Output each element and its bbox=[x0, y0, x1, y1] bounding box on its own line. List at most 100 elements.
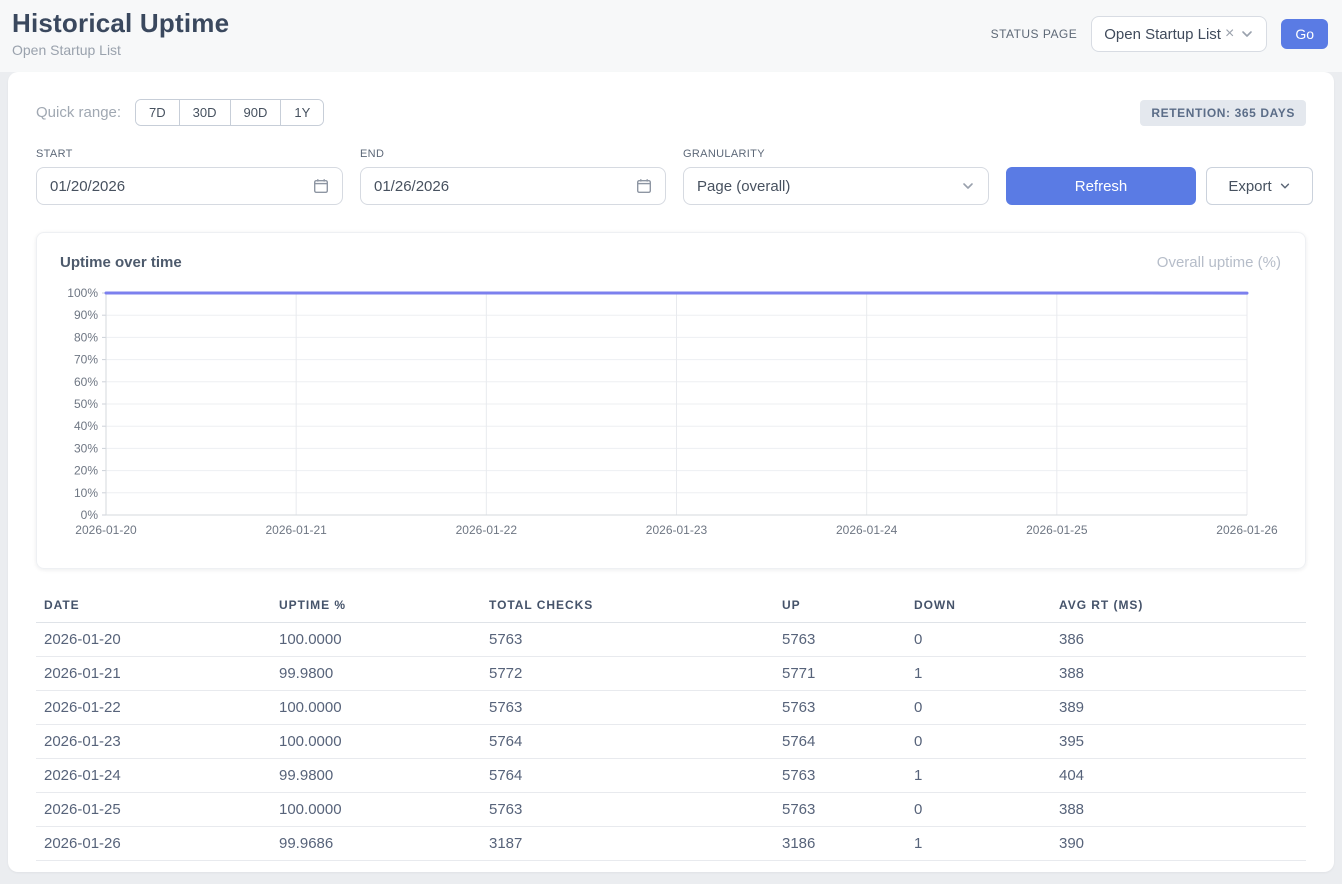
svg-text:0%: 0% bbox=[81, 508, 99, 522]
quick-range-label: Quick range: bbox=[36, 104, 121, 121]
calendar-icon bbox=[636, 178, 652, 194]
table-cell: 5763 bbox=[782, 691, 914, 725]
table-cell: 3187 bbox=[489, 827, 782, 861]
table-cell: 5763 bbox=[489, 793, 782, 827]
svg-text:20%: 20% bbox=[74, 464, 98, 478]
granularity-label: GRANULARITY bbox=[683, 148, 989, 160]
table-cell: 5764 bbox=[489, 759, 782, 793]
granularity-select[interactable]: Page (overall) bbox=[683, 167, 989, 205]
status-page-select[interactable]: Open Startup List × bbox=[1091, 16, 1267, 52]
quick-range-group: 7D 30D 90D 1Y bbox=[135, 99, 324, 126]
table-cell: 5763 bbox=[782, 793, 914, 827]
calendar-icon bbox=[313, 178, 329, 194]
table-cell: 388 bbox=[1059, 793, 1306, 827]
col-up: UP bbox=[782, 592, 914, 623]
table-cell: 0 bbox=[914, 725, 1059, 759]
refresh-button[interactable]: Refresh bbox=[1006, 167, 1196, 205]
table-cell: 2026-01-22 bbox=[36, 691, 279, 725]
svg-text:70%: 70% bbox=[74, 353, 98, 367]
table-row: 2026-01-22100.0000576357630389 bbox=[36, 691, 1306, 725]
clear-icon[interactable]: × bbox=[1225, 26, 1234, 42]
table-cell: 3186 bbox=[782, 827, 914, 861]
table-cell: 388 bbox=[1059, 657, 1306, 691]
export-button[interactable]: Export bbox=[1206, 167, 1313, 205]
table-cell: 5763 bbox=[782, 759, 914, 793]
svg-text:100%: 100% bbox=[67, 286, 98, 300]
table-cell: 5771 bbox=[782, 657, 914, 691]
quick-range-90d[interactable]: 90D bbox=[230, 100, 281, 125]
table-cell: 1 bbox=[914, 759, 1059, 793]
col-uptime: UPTIME % bbox=[279, 592, 489, 623]
status-page-label: STATUS PAGE bbox=[991, 27, 1078, 41]
table-row: 2026-01-20100.0000576357630386 bbox=[36, 623, 1306, 657]
svg-text:2026-01-23: 2026-01-23 bbox=[646, 523, 708, 537]
quick-range-1y[interactable]: 1Y bbox=[280, 100, 323, 125]
svg-text:2026-01-26: 2026-01-26 bbox=[1216, 523, 1278, 537]
table-row: 2026-01-2199.9800577257711388 bbox=[36, 657, 1306, 691]
page-title: Historical Uptime bbox=[12, 8, 229, 39]
table-cell: 100.0000 bbox=[279, 623, 489, 657]
go-button[interactable]: Go bbox=[1281, 19, 1328, 49]
table-cell: 2026-01-26 bbox=[36, 827, 279, 861]
quick-range-row: Quick range: 7D 30D 90D 1Y RETENTION: 36… bbox=[36, 99, 1306, 126]
chevron-down-icon bbox=[961, 179, 975, 193]
chart-title: Uptime over time bbox=[60, 254, 182, 271]
page-header: Historical Uptime Open Startup List STAT… bbox=[0, 0, 1342, 72]
end-date-input[interactable]: 01/26/2026 bbox=[360, 167, 666, 205]
svg-text:2026-01-22: 2026-01-22 bbox=[456, 523, 518, 537]
svg-text:2026-01-20: 2026-01-20 bbox=[75, 523, 137, 537]
main-panel: Quick range: 7D 30D 90D 1Y RETENTION: 36… bbox=[8, 72, 1334, 872]
table-cell: 386 bbox=[1059, 623, 1306, 657]
table-cell: 5763 bbox=[489, 691, 782, 725]
quick-range-30d[interactable]: 30D bbox=[179, 100, 230, 125]
svg-text:2026-01-25: 2026-01-25 bbox=[1026, 523, 1088, 537]
table-cell: 390 bbox=[1059, 827, 1306, 861]
svg-text:50%: 50% bbox=[74, 397, 98, 411]
svg-text:80%: 80% bbox=[74, 330, 98, 344]
col-total-checks: TOTAL CHECKS bbox=[489, 592, 782, 623]
table-row: 2026-01-2699.9686318731861390 bbox=[36, 827, 1306, 861]
table-cell: 2026-01-20 bbox=[36, 623, 279, 657]
uptime-table: DATE UPTIME % TOTAL CHECKS UP DOWN AVG R… bbox=[36, 592, 1306, 861]
uptime-line-chart: 0%10%20%30%40%50%60%70%80%90%100%2026-01… bbox=[60, 283, 1281, 545]
chart-card: Uptime over time Overall uptime (%) 0% 10… bbox=[36, 232, 1306, 569]
table-cell: 395 bbox=[1059, 725, 1306, 759]
table-cell: 100.0000 bbox=[279, 725, 489, 759]
table-cell: 5763 bbox=[782, 623, 914, 657]
chart-legend: Overall uptime (%) bbox=[1157, 254, 1281, 271]
export-label: Export bbox=[1228, 178, 1271, 195]
start-label: START bbox=[36, 148, 343, 160]
retention-badge: RETENTION: 365 DAYS bbox=[1140, 100, 1306, 126]
end-date-value: 01/26/2026 bbox=[374, 178, 449, 195]
table-cell: 389 bbox=[1059, 691, 1306, 725]
col-date: DATE bbox=[36, 592, 279, 623]
table-cell: 2026-01-23 bbox=[36, 725, 279, 759]
page-subtitle: Open Startup List bbox=[12, 42, 229, 58]
table-cell: 404 bbox=[1059, 759, 1306, 793]
svg-text:90%: 90% bbox=[74, 308, 98, 322]
end-label: END bbox=[360, 148, 666, 160]
svg-text:10%: 10% bbox=[74, 486, 98, 500]
col-avg-rt: AVG RT (MS) bbox=[1059, 592, 1306, 623]
col-down: DOWN bbox=[914, 592, 1059, 623]
start-date-value: 01/20/2026 bbox=[50, 178, 125, 195]
table-cell: 5764 bbox=[489, 725, 782, 759]
table-header-row: DATE UPTIME % TOTAL CHECKS UP DOWN AVG R… bbox=[36, 592, 1306, 623]
table-cell: 5772 bbox=[489, 657, 782, 691]
table-cell: 5764 bbox=[782, 725, 914, 759]
table-row: 2026-01-23100.0000576457640395 bbox=[36, 725, 1306, 759]
status-page-value: Open Startup List bbox=[1104, 26, 1221, 43]
table-cell: 0 bbox=[914, 691, 1059, 725]
table-row: 2026-01-2499.9800576457631404 bbox=[36, 759, 1306, 793]
quick-range-7d[interactable]: 7D bbox=[136, 100, 179, 125]
table-cell: 0 bbox=[914, 623, 1059, 657]
table-cell: 99.9686 bbox=[279, 827, 489, 861]
start-date-input[interactable]: 01/20/2026 bbox=[36, 167, 343, 205]
table-cell: 2026-01-24 bbox=[36, 759, 279, 793]
chevron-down-icon bbox=[1240, 27, 1254, 41]
table-cell: 0 bbox=[914, 793, 1059, 827]
table-cell: 5763 bbox=[489, 623, 782, 657]
svg-text:40%: 40% bbox=[74, 419, 98, 433]
table-cell: 99.9800 bbox=[279, 657, 489, 691]
table-cell: 99.9800 bbox=[279, 759, 489, 793]
